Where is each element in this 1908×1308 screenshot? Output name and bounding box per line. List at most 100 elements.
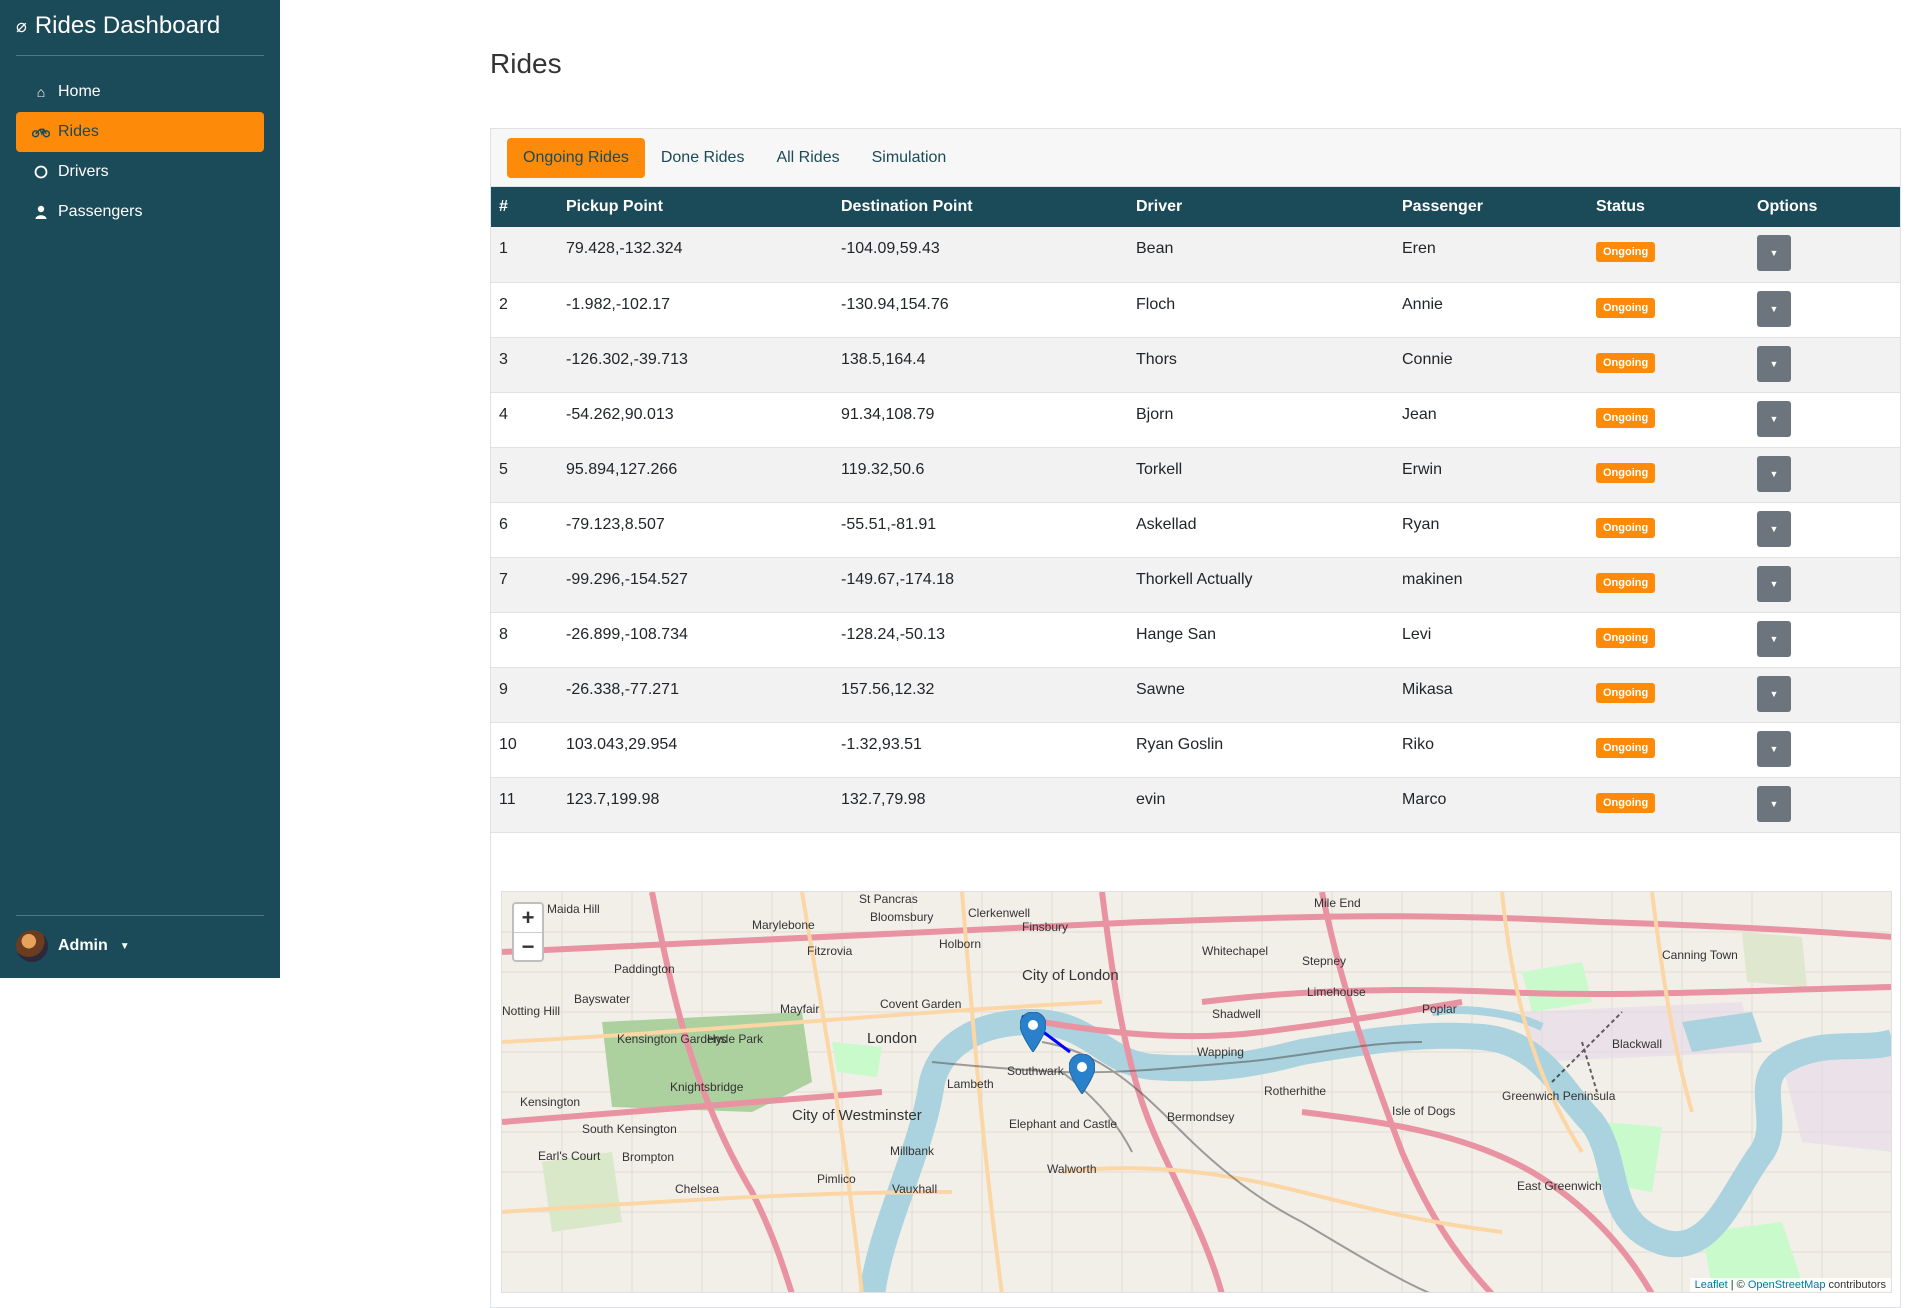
sidebar-item-label: Home (58, 83, 101, 100)
zoom-out-button[interactable]: − (514, 932, 542, 960)
brand[interactable]: ⌀ Rides Dashboard (16, 12, 220, 40)
sidebar-item-rides[interactable]: Rides (16, 112, 264, 152)
table-cell: Marco (1402, 790, 1447, 808)
caret-down-icon: ▼ (1769, 578, 1779, 589)
column-header: Destination Point (841, 198, 973, 215)
rides-card: Ongoing Rides Done Rides All Rides Simul… (490, 128, 1901, 1308)
status-badge: Ongoing (1596, 517, 1656, 538)
user-name: Admin (58, 937, 108, 954)
caret-down-icon: ▼ (1769, 303, 1779, 314)
options-dropdown-button[interactable]: ▼ (1757, 345, 1791, 382)
map-place-label: Paddington (614, 962, 675, 976)
options-dropdown-button[interactable]: ▼ (1757, 730, 1791, 767)
table-cell: -126.302,-39.713 (566, 350, 688, 368)
table-cell: 119.32,50.6 (841, 460, 925, 478)
map-place-label: Kensington (520, 1095, 581, 1109)
pickup-marker-icon[interactable] (1020, 1012, 1046, 1052)
status-badge: Ongoing (1596, 737, 1656, 758)
options-dropdown-button[interactable]: ▼ (1757, 290, 1791, 327)
motorcycle-icon (32, 126, 50, 138)
table-cell: 103.043,29.954 (566, 735, 678, 753)
map-place-label: Fitzrovia (807, 944, 853, 958)
user-menu[interactable]: Admin ▼ (16, 930, 130, 962)
table-row: 5 95.894,127.266 119.32,50.6 Torkell Erwin On… (491, 447, 1900, 502)
destination-marker-icon[interactable] (1069, 1054, 1095, 1094)
table-header-row: # Pickup Point Destination Point Driver … (491, 187, 1900, 227)
options-dropdown-button[interactable]: ▼ (1757, 675, 1791, 712)
map-place-label: Bermondsey (1167, 1110, 1235, 1124)
tab-all-rides[interactable]: All Rides (760, 138, 855, 178)
tab-ongoing-rides[interactable]: Ongoing Rides (507, 137, 645, 178)
table-cell: Floch (1136, 295, 1176, 313)
table-cell: -104.09,59.43 (841, 240, 940, 257)
map-place-label: Hyde Park (707, 1032, 764, 1046)
tab-bar: Ongoing Rides Done Rides All Rides Simul… (491, 129, 1900, 187)
table-cell: -1.32,93.51 (841, 735, 922, 753)
options-dropdown-button[interactable]: ▼ (1757, 235, 1791, 271)
status-badge: Ongoing (1596, 242, 1656, 262)
map-place-label: Wapping (1197, 1045, 1244, 1059)
map-place-label: Canning Town (1662, 948, 1738, 962)
zoom-in-button[interactable]: + (514, 904, 542, 932)
map-place-label: Poplar (1422, 1002, 1457, 1016)
caret-down-icon: ▼ (119, 940, 130, 952)
table-row: 2 -1.982,-102.17 -130.94,154.76 Floch Annie O… (491, 282, 1900, 337)
table-cell: 1 (499, 240, 508, 257)
options-cell: ▼ (1749, 447, 1900, 502)
map-place-label: Greenwich Peninsula (1502, 1089, 1616, 1103)
rides-table: # Pickup Point Destination Point Driver … (491, 187, 1900, 833)
options-cell: ▼ (1749, 777, 1900, 832)
status-cell: Ongoing (1588, 612, 1749, 667)
table-cell: -26.899,-108.734 (566, 625, 688, 643)
map-place-label: Mayfair (780, 1002, 820, 1016)
map-place-label: City of London (1022, 967, 1119, 984)
map[interactable]: + − St Pancras Clerkenwell Mile End Maida H… (501, 891, 1892, 1293)
sidebar-item-home[interactable]: ⌂ Home (16, 72, 264, 112)
table-row: 7 -99.296,-154.527 -149.67,-174.18 Thorkell… (491, 557, 1900, 612)
tab-done-rides[interactable]: Done Rides (645, 138, 761, 178)
table-cell: Jean (1402, 405, 1437, 423)
table-cell: Askellad (1136, 515, 1197, 533)
options-cell: ▼ (1749, 612, 1900, 667)
sidebar: ⌀ Rides Dashboard ⌂ Home Rides Drivers P… (0, 0, 280, 978)
page-title: Rides (490, 48, 562, 79)
table-cell: -99.296,-154.527 (566, 570, 688, 588)
sidebar-item-label: Drivers (58, 163, 109, 180)
map-place-label: Blackwall (1612, 1037, 1663, 1051)
map-place-label: Notting Hill (502, 1004, 561, 1018)
table-cell: -79.123,8.507 (566, 515, 665, 533)
tab-simulation[interactable]: Simulation (856, 138, 963, 178)
table-row: 9 -26.338,-77.271 157.56,12.32 Sawne Mikasa O… (491, 667, 1900, 722)
options-dropdown-button[interactable]: ▼ (1757, 620, 1791, 657)
table-cell: 7 (499, 570, 508, 588)
caret-down-icon: ▼ (1769, 413, 1779, 424)
map-place-label: Knightsbridge (670, 1080, 744, 1094)
column-header: Driver (1136, 198, 1183, 215)
table-cell: Eren (1402, 240, 1436, 257)
options-cell: ▼ (1749, 667, 1900, 722)
options-dropdown-button[interactable]: ▼ (1757, 785, 1791, 822)
sidebar-item-passengers[interactable]: Passengers (16, 192, 264, 232)
map-place-label: Brompton (622, 1150, 675, 1164)
options-dropdown-button[interactable]: ▼ (1757, 455, 1791, 492)
options-cell: ▼ (1749, 502, 1900, 557)
options-cell: ▼ (1749, 722, 1900, 777)
table-cell: makinen (1402, 570, 1463, 588)
attribution-separator: | © (1727, 1279, 1748, 1291)
table-cell: 10 (499, 735, 517, 753)
sidebar-item-drivers[interactable]: Drivers (16, 152, 264, 192)
map-place-label: Lambeth (947, 1077, 994, 1091)
table-cell: Connie (1402, 350, 1453, 368)
options-dropdown-button[interactable]: ▼ (1757, 565, 1791, 602)
osm-link[interactable]: OpenStreetMap (1748, 1279, 1826, 1291)
user-icon (32, 205, 50, 219)
table-cell: Torkell (1136, 460, 1183, 478)
column-header: Passenger (1402, 198, 1483, 215)
home-icon: ⌂ (36, 84, 46, 100)
options-dropdown-button[interactable]: ▼ (1757, 510, 1791, 547)
table-cell: 95.894,127.266 (566, 460, 678, 478)
leaflet-link[interactable]: Leaflet (1695, 1279, 1728, 1291)
map-place-label: Covent Garden (880, 997, 962, 1011)
attribution-suffix: contributors (1825, 1279, 1886, 1291)
options-dropdown-button[interactable]: ▼ (1757, 400, 1791, 437)
